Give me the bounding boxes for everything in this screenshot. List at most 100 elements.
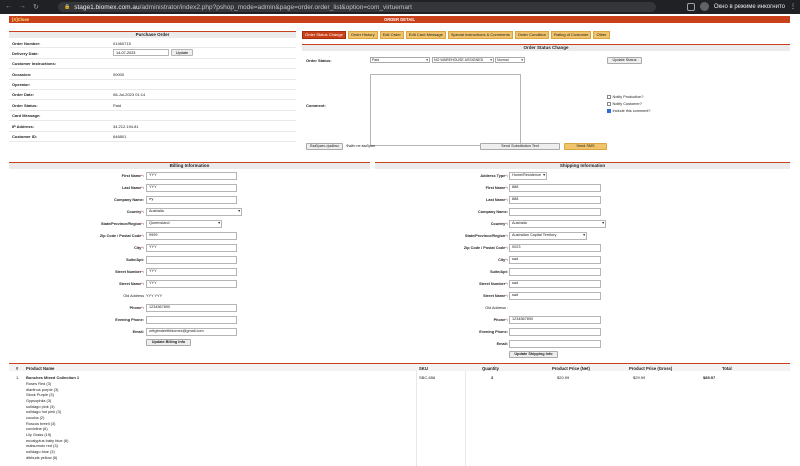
shipping-address-type-label: Address Type*: [480,173,508,178]
tab-order-history[interactable]: Order History [347,31,378,39]
billing-first-name-label: First Name*: [121,173,144,178]
extension-icon[interactable] [686,2,695,11]
shipping-street-number-label: Street Number*: [479,281,508,286]
send-sms-button[interactable]: Send SMS [564,143,607,150]
reload-icon[interactable]: ↻ [33,3,39,11]
billing-city-label: City*: [134,245,144,250]
warehouse-select[interactable]: NO WAREHOUSE ASSIGNED [432,57,494,63]
customer-instructions-label: Customer Instructions: [12,61,57,67]
purchase-order-title: Purchase Order [9,31,296,38]
col-total: Total [722,365,732,371]
shipping-last-name-input[interactable]: 888 [509,196,601,204]
occasion-value: 00000 [113,71,125,77]
billing-city-input[interactable]: YYY [146,244,237,252]
billing-phone-input[interactable]: 1234567890 [146,304,237,312]
comment-label: Comment: [306,103,326,108]
billing-last-name-input[interactable]: YYY [146,184,237,192]
shipping-country-select[interactable]: Australia [509,220,606,228]
ip-address: 34.212.194.81 [113,123,139,129]
customer-id: 646801 [113,134,127,140]
billing-zip-label: Zip Code / Postal Code*: [99,233,144,238]
tab-edit-card-message[interactable]: Edit Card Message [405,31,446,39]
shipping-street-name-input[interactable]: sad [509,292,601,300]
tab-edit-order[interactable]: Edit Order [379,31,404,39]
shipping-state-select[interactable]: Australian Capital Territory [509,232,587,240]
comment-textarea[interactable] [370,74,521,146]
billing-first-name-input[interactable]: YYY [146,172,237,180]
forward-icon[interactable]: → [19,3,26,11]
browser-toolbar: ← → ↻ 🔒 stage1.biomex.com.au /administra… [0,0,800,14]
update-status-button[interactable]: Update Status [607,57,642,64]
shipping-city-label: City*: [498,257,508,262]
shipping-company-input[interactable] [509,208,601,216]
purchase-order-panel: Purchase Order Order Number: 01460715 Del… [9,31,296,142]
update-shipping-button[interactable]: Update Shipping Info [509,351,558,358]
notify-production-checkbox[interactable]: Notify Production? [607,95,644,99]
table-row: 1. Bunches Mixed Collection 1 SBC-656 3 … [9,371,790,466]
col-price-gross: Product Price (Gross) [629,365,673,371]
shipping-zip-label: Zip Code / Postal Code*: [463,245,508,250]
shipping-phone-label: Phone*: [493,317,508,322]
shipping-street-number-input[interactable]: sad [509,280,601,288]
col-quantity: Quantity [482,365,499,371]
include-comment-checkbox[interactable]: Include this comment? [607,109,651,113]
billing-street-name-input[interactable]: YYY [146,280,237,288]
billing-street-number-label: Street Number*: [115,269,144,274]
choose-file-button[interactable]: Выбрать файлы [306,143,343,150]
billing-email-input[interactable]: orttgtmdeefbbiomex@gmail.com [146,328,237,336]
shipping-old-address-label: Old Address : [485,305,508,310]
billing-old-address: YYY YYY [146,293,163,298]
shipping-address-type-select[interactable]: Home/Residence [509,172,547,180]
notify-customer-checkbox[interactable]: Notify Customer? [607,102,642,106]
tab-rating-of-customer[interactable]: Rating of Customer [551,31,592,39]
shipping-phone-input[interactable]: 1234567890 [509,316,601,324]
shipping-email-input[interactable] [509,340,601,348]
billing-company-input[interactable]: rry [146,196,237,204]
billing-evening-phone-input[interactable] [146,316,237,324]
status-select[interactable]: Paid [370,57,430,63]
billing-suite-label: Suite/Apt: [126,257,144,262]
url-host: stage1.biomex.com.au [74,3,140,11]
billing-last-name-label: Last Name*: [122,185,144,190]
menu-icon[interactable]: ⋮ [790,3,796,10]
address-bar[interactable]: 🔒 stage1.biomex.com.au /administrator/in… [58,2,656,12]
update-delivery-button[interactable]: Update [171,49,193,57]
billing-street-name-label: Street Name*: [119,281,144,286]
billing-zip-input[interactable]: 9999 [146,232,237,240]
billing-country-select[interactable]: Australia [146,208,242,216]
tab-order-status-change[interactable]: Order Status Change [302,31,346,39]
shipping-evening-phone-label: Evening Phone: [479,329,508,334]
order-number: 01460715 [113,40,131,46]
billing-country-label: Country*: [126,209,144,214]
billing-email-label: Email: [132,329,144,334]
status-label: Order Status: [306,58,332,63]
send-substitution-button[interactable]: Send Substitution Text [480,143,560,150]
product-name: Bunches Mixed Collection 1 [26,375,80,380]
shipping-zip-input[interactable]: 0023 [509,244,601,252]
shipping-email-label: Email: [496,341,508,346]
priority-select[interactable]: Normal [495,57,525,63]
billing-street-number-input[interactable]: YYY [146,268,237,276]
shipping-suite-input[interactable] [509,268,601,276]
order-date: 08-Jul-2023 01:14 [113,92,146,98]
order-status: Paid [113,102,122,108]
update-billing-button[interactable]: Update Billing Info [146,339,191,346]
shipping-first-name-input[interactable]: 888 [509,184,601,192]
billing-state-select[interactable]: Queensland [146,220,222,228]
tab-other[interactable]: Other [593,31,610,39]
col-sku: SKU [419,365,428,371]
tab-special-instructions[interactable]: Special Instructions & Comments [447,31,513,39]
billing-suite-input[interactable] [146,256,237,264]
tab-order-condition[interactable]: Order Condition [514,31,550,39]
col-price-net: Product Price (Net) [552,365,590,371]
delivery-date-input[interactable] [113,49,169,57]
col-num: # [16,365,19,371]
shipping-city-input[interactable]: sad [509,256,601,264]
product-components-list: Roses Red (3) dianthus purple (3) Stock … [26,381,68,460]
shipping-evening-phone-input[interactable] [509,328,601,336]
shipping-country-label: Country*: [490,221,508,226]
billing-panel: Billing Information First Name*: YYY Last… [9,162,370,346]
billing-title: Billing Information [9,162,370,169]
billing-state-label: State/Province/Region*: [100,221,144,226]
back-icon[interactable]: ← [5,3,12,11]
